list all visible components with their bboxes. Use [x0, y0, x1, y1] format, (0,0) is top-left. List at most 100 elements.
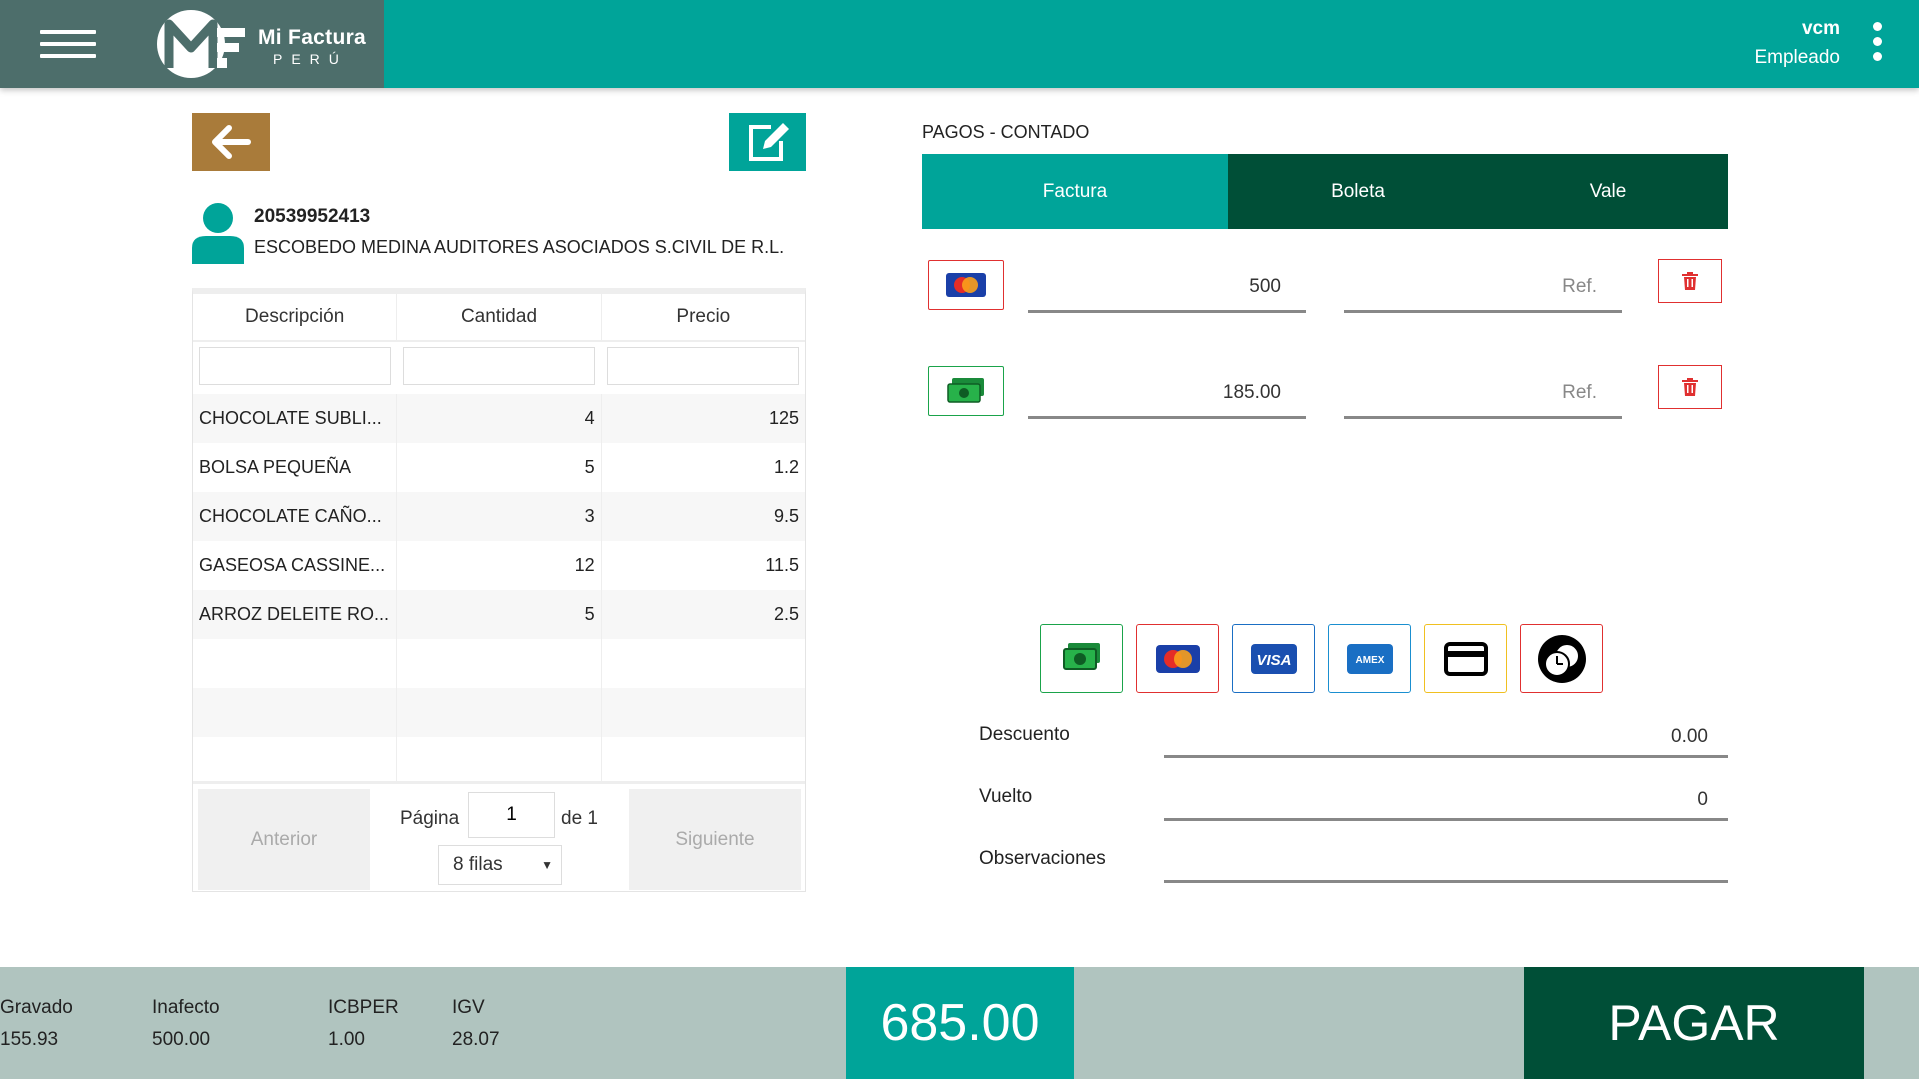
- payment-amount-input[interactable]: [1028, 369, 1306, 419]
- add-amex-button[interactable]: AMEX: [1328, 624, 1411, 693]
- app-logo: Mi Factura PERÚ: [155, 6, 380, 82]
- credit-clock-icon: [1537, 634, 1586, 683]
- empty-row: [193, 737, 805, 786]
- column-header-price[interactable]: Precio: [602, 294, 805, 340]
- cell-description: GASEOSA CASSINE...: [193, 541, 398, 590]
- tab-factura[interactable]: Factura: [922, 154, 1228, 229]
- delete-payment-button[interactable]: [1658, 365, 1722, 409]
- discount-input[interactable]: [1164, 718, 1728, 758]
- page-number-input[interactable]: [468, 792, 555, 838]
- pagination: Anterior Página de 1 8 filas ▼ Siguiente: [193, 781, 805, 891]
- payment-method-mastercard[interactable]: [928, 260, 1004, 310]
- cell-price: 1.2: [773, 457, 799, 477]
- svg-text:VISA: VISA: [1256, 652, 1291, 669]
- pay-button[interactable]: PAGAR: [1524, 967, 1864, 1079]
- brand-country: PERÚ: [273, 51, 348, 67]
- client-ruc: 20539952413: [254, 206, 371, 227]
- filter-quantity-input[interactable]: [403, 347, 595, 385]
- igv-value: 28.07: [452, 1029, 500, 1050]
- page-label: Página: [400, 808, 460, 829]
- tab-boleta[interactable]: Boleta: [1228, 154, 1488, 229]
- table-row[interactable]: CHOCOLATE SUBLI... 4 125: [193, 394, 805, 443]
- gravado-value: 155.93: [0, 1029, 59, 1050]
- totals-bar: Gravado 155.93 Inafecto 500.00 ICBPER 1.…: [0, 967, 1919, 1079]
- cell-quantity: 12: [397, 541, 602, 590]
- payment-ref-input[interactable]: [1344, 369, 1622, 419]
- grid-body: CHOCOLATE SUBLI... 4 125 BOLSA PEQUEÑA 5…: [193, 394, 805, 786]
- caret-down-icon: ▼: [541, 858, 553, 872]
- inafecto-label: Inafecto: [152, 997, 220, 1018]
- rows-per-page-select[interactable]: 8 filas ▼: [438, 845, 562, 885]
- table-row[interactable]: ARROZ DELEITE RO... 5 2.5: [193, 590, 805, 639]
- more-options-icon[interactable]: [1873, 22, 1883, 64]
- user-icon: [192, 203, 244, 264]
- gravado-label: Gravado: [0, 997, 73, 1018]
- tab-vale[interactable]: Vale: [1488, 154, 1728, 229]
- rows-per-page-value: 8 filas: [453, 854, 503, 875]
- card-icon: [1443, 641, 1488, 676]
- cell-quantity: 3: [397, 492, 602, 541]
- grid-header: Descripción Cantidad Precio: [193, 294, 805, 342]
- cell-price: 2.5: [773, 604, 799, 624]
- trash-icon: [1682, 272, 1698, 290]
- notes-input[interactable]: [1164, 843, 1728, 883]
- gravado-total: Gravado 155.93: [0, 997, 73, 1051]
- notes-label: Observaciones: [979, 848, 1106, 869]
- add-mastercard-button[interactable]: [1136, 624, 1219, 693]
- grid-filter-row: [193, 342, 805, 394]
- mastercard-icon: [946, 273, 986, 297]
- top-bar: Mi Factura PERÚ vcm Empleado: [0, 0, 1919, 88]
- table-row[interactable]: GASEOSA CASSINE... 12 11.5: [193, 541, 805, 590]
- empty-row: [193, 639, 805, 688]
- logo-mark-icon: [157, 10, 245, 78]
- cell-description: BOLSA PEQUEÑA: [193, 443, 398, 492]
- cell-price: 11.5: [765, 555, 799, 575]
- icbper-value: 1.00: [328, 1029, 365, 1050]
- payment-row: [922, 359, 1728, 439]
- igv-label: IGV: [452, 997, 485, 1018]
- add-credit-button[interactable]: [1520, 624, 1603, 693]
- edit-button[interactable]: [729, 113, 806, 171]
- payment-ref-input[interactable]: [1344, 263, 1622, 313]
- add-card-button[interactable]: [1424, 624, 1507, 693]
- payment-method-cash[interactable]: [928, 366, 1004, 416]
- client-name: ESCOBEDO MEDINA AUDITORES ASOCIADOS S.CI…: [254, 237, 785, 257]
- user-role: Empleado: [1754, 47, 1840, 68]
- back-button[interactable]: [192, 113, 270, 171]
- edit-icon: [748, 123, 789, 161]
- cell-price: 125: [768, 408, 799, 428]
- igv-total: IGV 28.07: [452, 997, 500, 1051]
- cash-icon: [947, 378, 984, 403]
- change-input[interactable]: [1164, 781, 1728, 821]
- icbper-label: ICBPER: [328, 997, 399, 1018]
- empty-row: [193, 688, 805, 737]
- inafecto-total: Inafecto 500.00: [152, 997, 220, 1051]
- delete-payment-button[interactable]: [1658, 259, 1722, 303]
- table-row[interactable]: BOLSA PEQUEÑA 5 1.2: [193, 443, 805, 492]
- discount-label: Descuento: [979, 724, 1070, 745]
- cell-description: CHOCOLATE SUBLI...: [193, 394, 398, 443]
- cell-quantity: 4: [397, 394, 602, 443]
- cell-description: ARROZ DELEITE RO...: [193, 590, 398, 639]
- add-cash-button[interactable]: [1040, 624, 1123, 693]
- menu-icon[interactable]: [40, 30, 96, 58]
- cell-description: CHOCOLATE CAÑO...: [193, 492, 398, 541]
- previous-page-button[interactable]: Anterior: [198, 789, 370, 890]
- inafecto-value: 500.00: [152, 1029, 211, 1050]
- filter-price-input[interactable]: [607, 347, 799, 385]
- filter-description-input[interactable]: [199, 347, 391, 385]
- grand-total: 685.00: [846, 967, 1074, 1079]
- document-type-tabs: Factura Boleta Vale: [922, 154, 1728, 229]
- table-row[interactable]: CHOCOLATE CAÑO... 3 9.5: [193, 492, 805, 541]
- payment-amount-input[interactable]: [1028, 263, 1306, 313]
- page-total-label: de 1: [561, 808, 598, 829]
- user-name[interactable]: vcm: [1802, 18, 1840, 40]
- cell-price: 9.5: [773, 506, 799, 526]
- payments-title: PAGOS - CONTADO: [922, 122, 1090, 142]
- add-visa-button[interactable]: VISA: [1232, 624, 1315, 693]
- column-header-description[interactable]: Descripción: [193, 294, 398, 340]
- change-label: Vuelto: [979, 786, 1033, 807]
- column-header-quantity[interactable]: Cantidad: [397, 294, 602, 340]
- next-page-button[interactable]: Siguiente: [629, 789, 801, 890]
- trash-icon: [1682, 378, 1698, 396]
